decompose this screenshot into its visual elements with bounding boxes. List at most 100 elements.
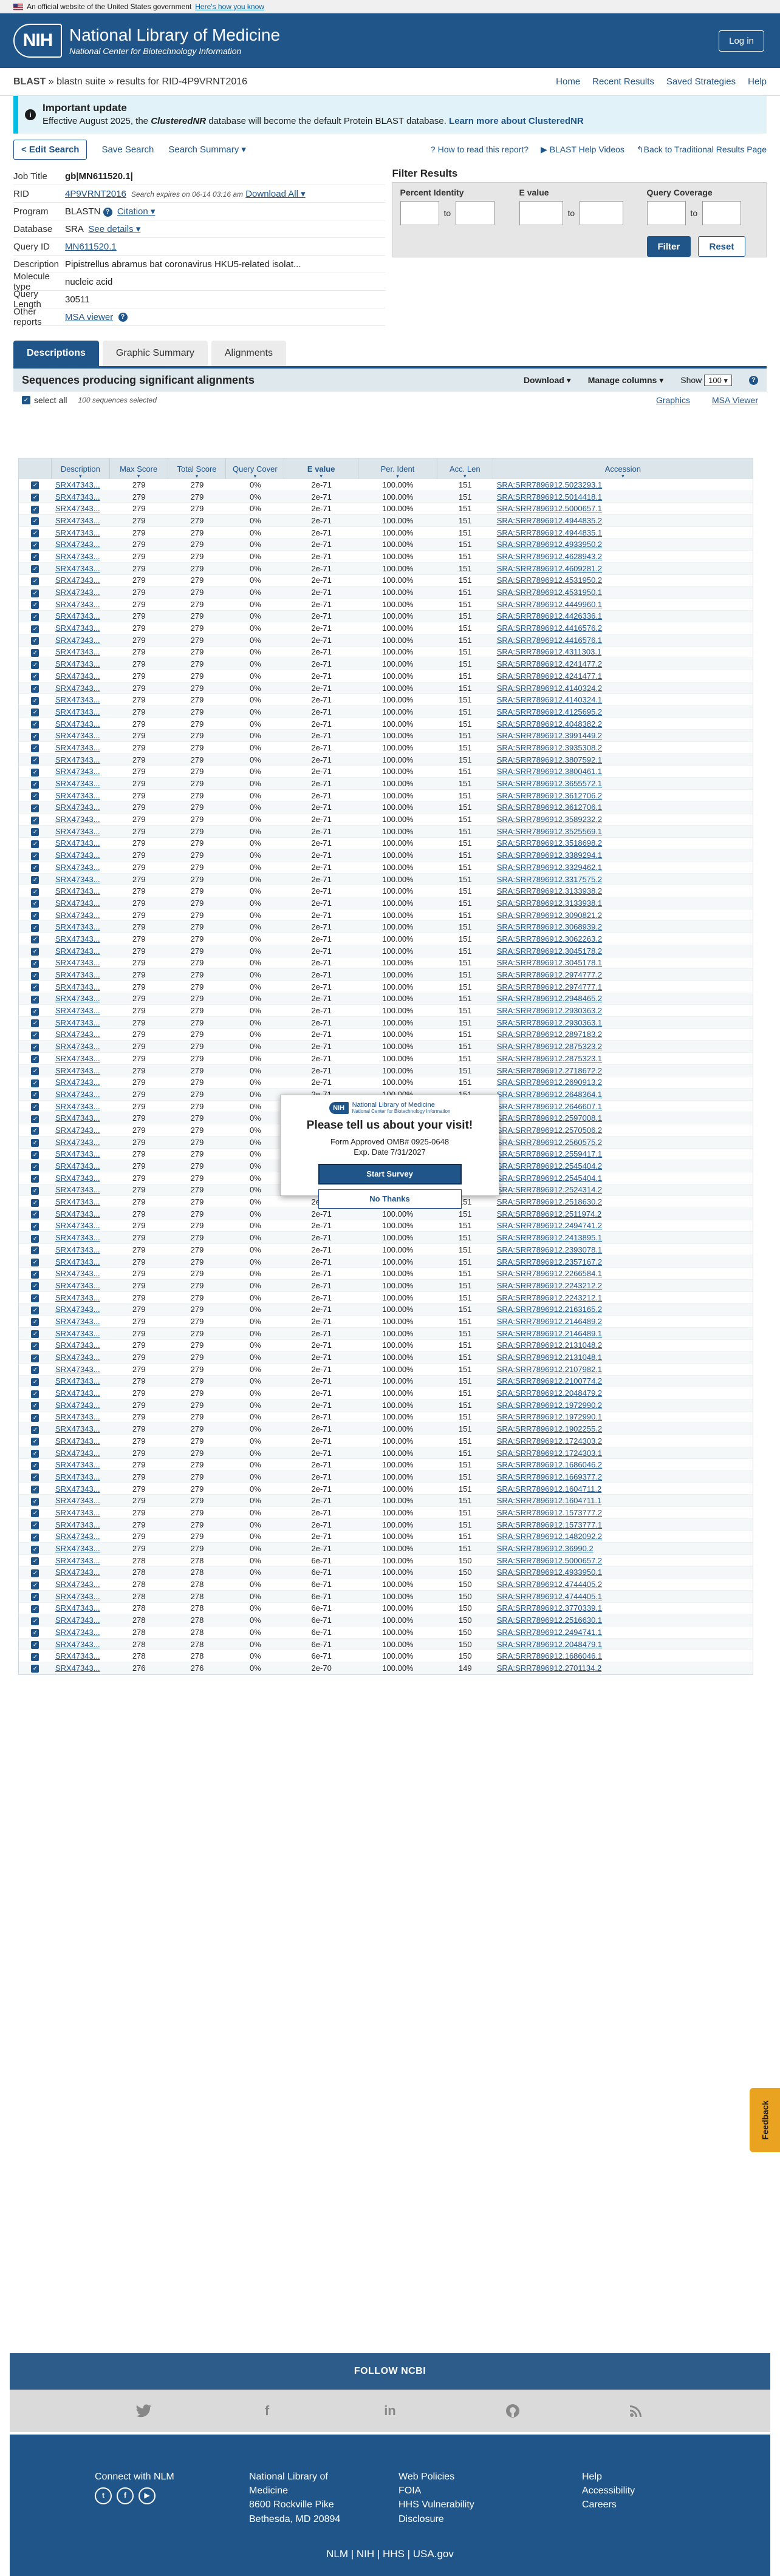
accession-link[interactable]: SRA:SRR7896912.3133938.1 <box>493 899 753 908</box>
description-link[interactable]: SRX47343... <box>52 588 110 597</box>
description-link[interactable]: SRX47343... <box>52 1568 110 1577</box>
row-checkbox[interactable]: ✓ <box>31 756 39 765</box>
col-query-cover[interactable]: Query Cover <box>226 458 285 480</box>
description-link[interactable]: SRX47343... <box>52 564 110 573</box>
row-checkbox[interactable]: ✓ <box>31 732 39 741</box>
description-link[interactable]: SRX47343... <box>52 540 110 549</box>
reset-button[interactable]: Reset <box>697 236 746 257</box>
row-checkbox[interactable]: ✓ <box>31 1378 39 1386</box>
accession-link[interactable]: SRA:SRR7896912.4944835.2 <box>493 516 753 525</box>
row-checkbox[interactable]: ✓ <box>31 1402 39 1410</box>
accession-link[interactable]: SRA:SRR7896912.2518630.2 <box>493 1197 753 1206</box>
row-checkbox[interactable]: ✓ <box>31 601 39 610</box>
description-link[interactable]: SRX47343... <box>52 1126 110 1135</box>
description-link[interactable]: SRX47343... <box>52 1556 110 1565</box>
description-link[interactable]: SRX47343... <box>52 1209 110 1218</box>
row-checkbox[interactable]: ✓ <box>31 685 39 693</box>
row-checkbox[interactable]: ✓ <box>31 828 39 837</box>
download-dropdown[interactable]: Download ▾ <box>524 375 571 386</box>
description-link[interactable]: SRX47343... <box>52 576 110 585</box>
help-icon[interactable]: ? <box>118 313 128 322</box>
accession-link[interactable]: SRA:SRR7896912.2648364.1 <box>493 1090 753 1099</box>
row-checkbox[interactable]: ✓ <box>31 1306 39 1314</box>
accession-link[interactable]: SRA:SRR7896912.2146489.2 <box>493 1317 753 1326</box>
description-link[interactable]: SRX47343... <box>52 611 110 620</box>
description-link[interactable]: SRX47343... <box>52 946 110 956</box>
description-link[interactable]: SRX47343... <box>52 851 110 860</box>
row-checkbox[interactable]: ✓ <box>31 1222 39 1231</box>
description-link[interactable]: SRX47343... <box>52 1030 110 1039</box>
description-link[interactable]: SRX47343... <box>52 827 110 836</box>
row-checkbox[interactable]: ✓ <box>31 744 39 753</box>
tab-graphic-summary[interactable]: Graphic Summary <box>102 341 208 366</box>
row-checkbox[interactable]: ✓ <box>31 840 39 848</box>
row-checkbox[interactable]: ✓ <box>31 517 39 526</box>
back-traditional-link[interactable]: ↰Back to Traditional Results Page <box>637 144 767 155</box>
row-checkbox[interactable]: ✓ <box>31 1127 39 1135</box>
accession-link[interactable]: SRA:SRR7896912.4311303.1 <box>493 647 753 656</box>
description-link[interactable]: SRX47343... <box>52 1401 110 1410</box>
description-link[interactable]: SRX47343... <box>52 886 110 895</box>
row-checkbox[interactable]: ✓ <box>31 1413 39 1422</box>
accession-link[interactable]: SRA:SRR7896912.3589232.2 <box>493 815 753 824</box>
evalue-min-input[interactable] <box>519 201 563 225</box>
description-link[interactable]: SRX47343... <box>52 1520 110 1529</box>
accession-link[interactable]: SRA:SRR7896912.1686046.2 <box>493 1460 753 1469</box>
help-icon[interactable]: ? <box>749 375 758 385</box>
help-icon[interactable]: ? <box>103 207 112 217</box>
description-link[interactable]: SRX47343... <box>52 707 110 716</box>
accession-link[interactable]: SRA:SRR7896912.1573777.2 <box>493 1508 753 1517</box>
accession-link[interactable]: SRA:SRR7896912.2107982.1 <box>493 1365 753 1374</box>
description-link[interactable]: SRX47343... <box>52 1305 110 1314</box>
accession-link[interactable]: SRA:SRR7896912.2545404.1 <box>493 1174 753 1183</box>
blast-product[interactable]: BLAST <box>13 76 46 87</box>
row-checkbox[interactable]: ✓ <box>31 1282 39 1291</box>
accession-link[interactable]: SRA:SRR7896912.2131048.2 <box>493 1341 753 1350</box>
description-link[interactable]: SRX47343... <box>52 636 110 645</box>
description-link[interactable]: SRX47343... <box>52 504 110 513</box>
evalue-max-input[interactable] <box>580 201 624 225</box>
rid-link[interactable]: 4P9VRNT2016 <box>65 189 126 199</box>
accession-link[interactable]: SRA:SRR7896912.2690913.2 <box>493 1078 753 1087</box>
description-link[interactable]: SRX47343... <box>52 1616 110 1625</box>
accession-link[interactable]: SRA:SRR7896912.2357167.2 <box>493 1257 753 1266</box>
description-link[interactable]: SRX47343... <box>52 1161 110 1171</box>
row-checkbox[interactable]: ✓ <box>31 661 39 669</box>
accession-link[interactable]: SRA:SRR7896912.2701134.2 <box>493 1664 753 1673</box>
row-checkbox[interactable]: ✓ <box>31 1234 39 1243</box>
description-link[interactable]: SRX47343... <box>52 1269 110 1278</box>
row-checkbox[interactable]: ✓ <box>31 1330 39 1339</box>
select-all-checkbox[interactable]: ✓ <box>22 396 30 404</box>
accession-link[interactable]: SRA:SRR7896912.4125695.2 <box>493 707 753 716</box>
accession-link[interactable]: SRA:SRR7896912.2930363.2 <box>493 1006 753 1015</box>
description-link[interactable]: SRX47343... <box>52 1640 110 1649</box>
accession-link[interactable]: SRA:SRR7896912.2875323.1 <box>493 1054 753 1063</box>
description-link[interactable]: SRX47343... <box>52 1449 110 1458</box>
accession-link[interactable]: SRA:SRR7896912.2100774.2 <box>493 1376 753 1385</box>
accession-link[interactable]: SRA:SRR7896912.4048382.2 <box>493 719 753 729</box>
footer-bottom-links[interactable]: NLM | NIH | HHS | USA.gov <box>10 2548 770 2560</box>
twitter-icon[interactable] <box>135 2402 152 2419</box>
row-checkbox[interactable]: ✓ <box>31 768 39 777</box>
description-link[interactable]: SRX47343... <box>52 1544 110 1553</box>
accession-link[interactable]: SRA:SRR7896912.2875323.2 <box>493 1042 753 1051</box>
description-link[interactable]: SRX47343... <box>52 1376 110 1385</box>
row-checkbox[interactable]: ✓ <box>31 1473 39 1482</box>
row-checkbox[interactable]: ✓ <box>31 1139 39 1147</box>
accession-link[interactable]: SRA:SRR7896912.4241477.2 <box>493 659 753 668</box>
description-link[interactable]: SRX47343... <box>52 1628 110 1637</box>
description-link[interactable]: SRX47343... <box>52 684 110 693</box>
description-link[interactable]: SRX47343... <box>52 1496 110 1505</box>
accession-link[interactable]: SRA:SRR7896912.2597008.1 <box>493 1113 753 1123</box>
row-checkbox[interactable]: ✓ <box>31 1617 39 1625</box>
row-checkbox[interactable]: ✓ <box>31 1509 39 1518</box>
description-link[interactable]: SRX47343... <box>52 922 110 931</box>
description-link[interactable]: SRX47343... <box>52 1664 110 1673</box>
accession-link[interactable]: SRA:SRR7896912.4944835.1 <box>493 528 753 537</box>
description-link[interactable]: SRX47343... <box>52 1233 110 1242</box>
description-link[interactable]: SRX47343... <box>52 1197 110 1206</box>
how-to-read-link[interactable]: ? How to read this report? <box>431 144 529 155</box>
col-accession[interactable]: Accession <box>493 458 753 480</box>
row-checkbox[interactable]: ✓ <box>31 1007 39 1016</box>
description-link[interactable]: SRX47343... <box>52 1424 110 1433</box>
